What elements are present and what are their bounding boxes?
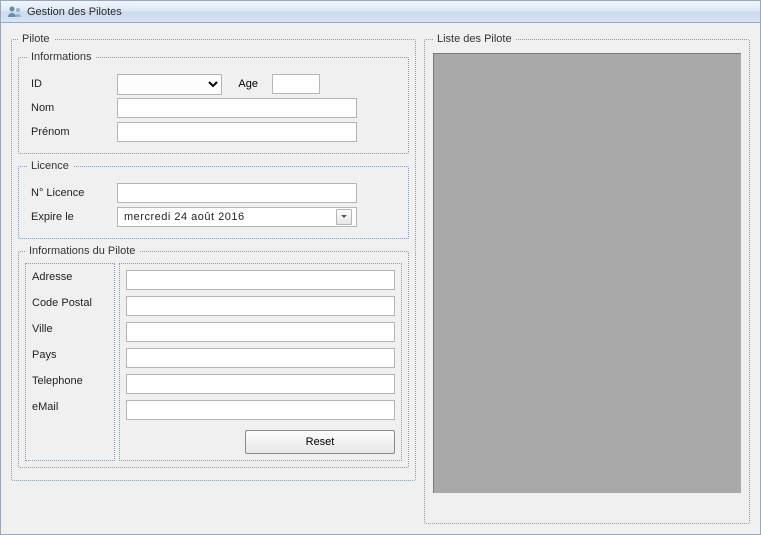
age-field[interactable] xyxy=(272,74,320,94)
nom-field[interactable] xyxy=(117,98,357,118)
window-title: Gestion des Pilotes xyxy=(27,6,122,18)
pilote-group: Pilote Informations ID Age xyxy=(11,33,416,481)
adresse-label: Adresse xyxy=(30,270,110,284)
prenom-field[interactable] xyxy=(117,122,357,142)
pays-label: Pays xyxy=(30,348,110,362)
id-combobox[interactable] xyxy=(117,74,222,95)
ville-label: Ville xyxy=(30,322,110,336)
prenom-label: Prénom xyxy=(27,124,117,140)
ville-field[interactable] xyxy=(126,322,395,342)
right-panel: Liste des Pilote xyxy=(424,33,750,524)
details-group: Informations du Pilote Adresse Code Post… xyxy=(18,245,409,468)
details-labels-box: Adresse Code Postal Ville Pays Telephone… xyxy=(25,263,115,461)
left-panel: Pilote Informations ID Age xyxy=(11,33,416,524)
pays-field[interactable] xyxy=(126,348,395,368)
licence-group: Licence N° Licence Expire le mercredi 24… xyxy=(18,160,409,239)
nom-label: Nom xyxy=(27,100,117,116)
window-root: Gestion des Pilotes Pilote Informations … xyxy=(0,0,761,535)
informations-group-label: Informations xyxy=(27,51,96,63)
numlicence-field[interactable] xyxy=(117,183,357,203)
adresse-field[interactable] xyxy=(126,270,395,290)
titlebar: Gestion des Pilotes xyxy=(1,1,760,23)
pilote-group-label: Pilote xyxy=(18,33,54,45)
cp-field[interactable] xyxy=(126,296,395,316)
expire-datepicker[interactable]: mercredi 24 août 2016 xyxy=(117,207,357,227)
liste-group-label: Liste des Pilote xyxy=(433,33,516,45)
details-group-label: Informations du Pilote xyxy=(25,245,139,257)
expire-label: Expire le xyxy=(27,209,117,225)
calendar-dropdown-icon[interactable] xyxy=(336,209,352,225)
licence-group-label: Licence xyxy=(27,160,73,172)
age-label: Age xyxy=(232,78,262,90)
id-label: ID xyxy=(27,76,117,92)
cp-label: Code Postal xyxy=(30,296,110,310)
expire-date-text: mercredi 24 août 2016 xyxy=(124,211,245,223)
pilote-list[interactable] xyxy=(433,53,741,493)
email-field[interactable] xyxy=(126,400,395,420)
content-area: Pilote Informations ID Age xyxy=(1,23,760,534)
email-label: eMail xyxy=(30,400,110,414)
reset-button[interactable]: Reset xyxy=(245,430,395,454)
telephone-label: Telephone xyxy=(30,374,110,388)
details-controls-box: Reset xyxy=(119,263,402,461)
liste-group: Liste des Pilote xyxy=(424,33,750,524)
numlicence-label: N° Licence xyxy=(27,185,117,201)
app-icon xyxy=(7,4,23,20)
telephone-field[interactable] xyxy=(126,374,395,394)
informations-group: Informations ID Age Nom xyxy=(18,51,409,154)
